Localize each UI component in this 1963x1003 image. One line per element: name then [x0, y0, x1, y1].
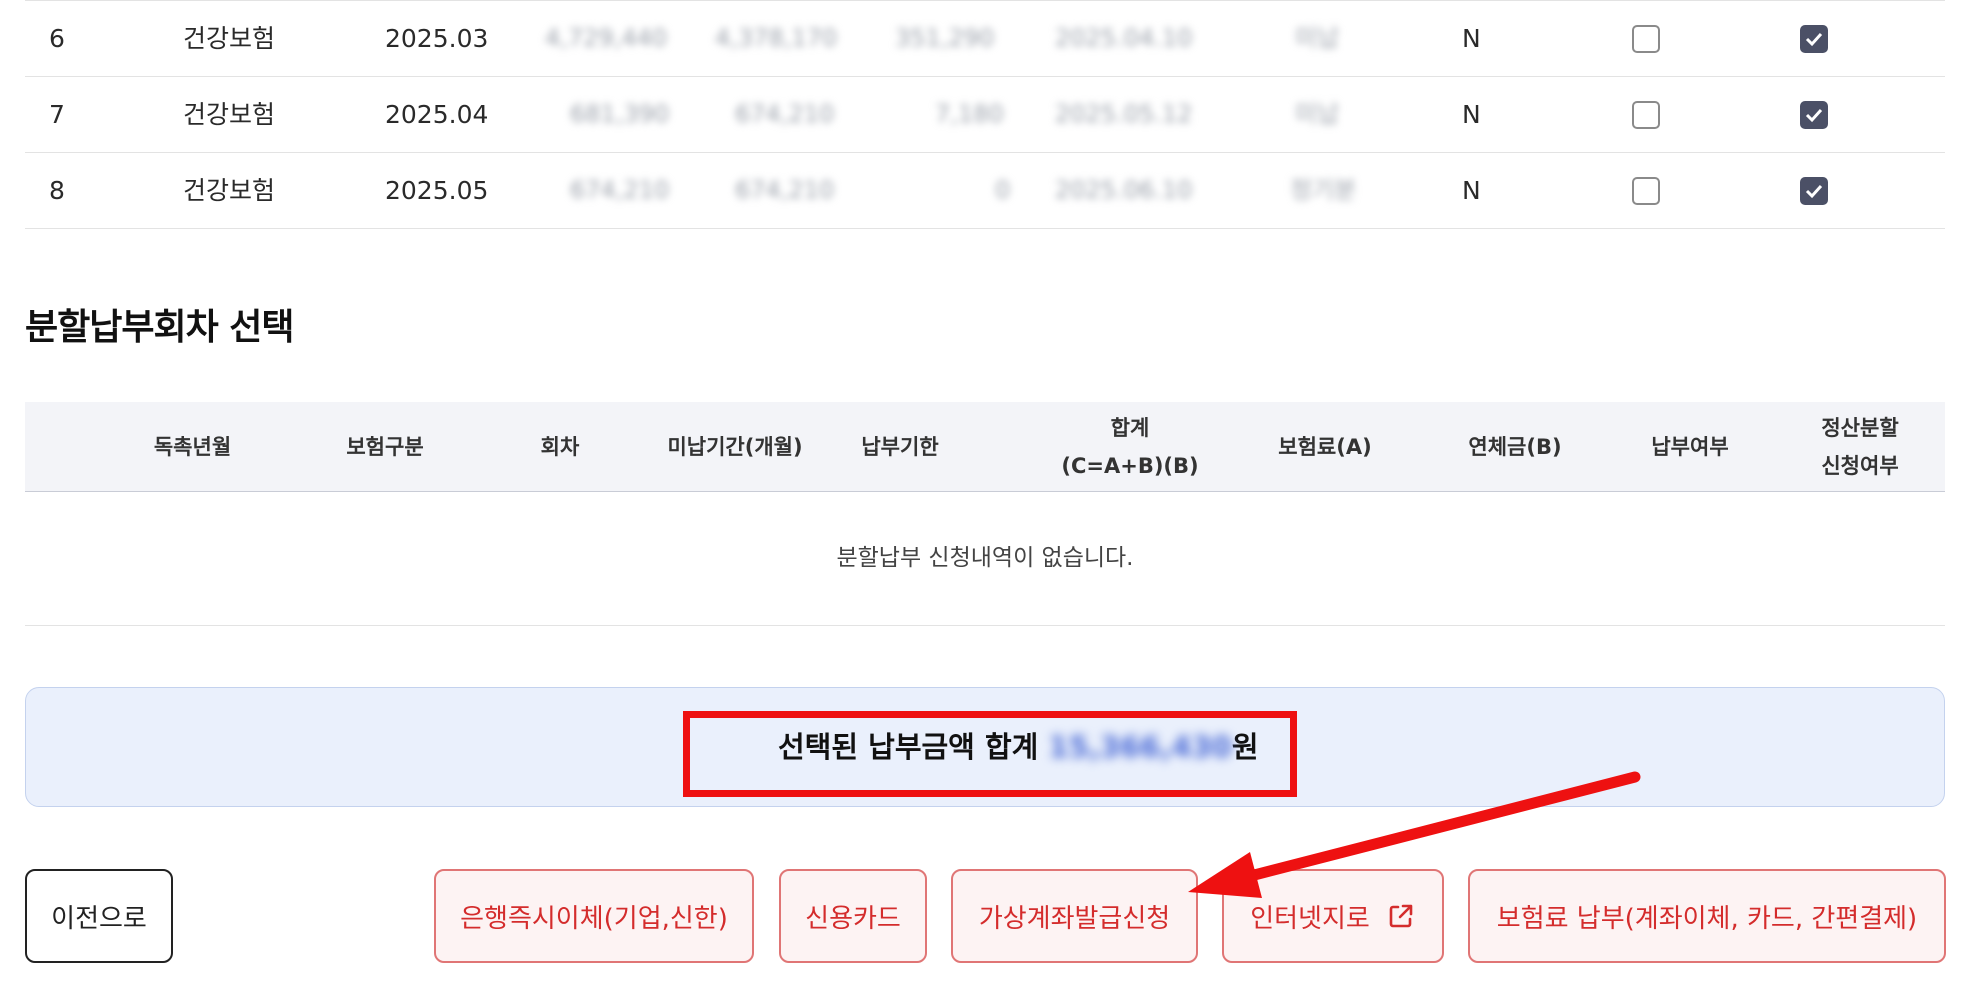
arrow-annotation-icon — [1188, 771, 1641, 898]
section-title: 분할납부회차 선택 — [25, 307, 294, 348]
empty-message: 분할납부 신청내역이 없습니다. — [25, 492, 1945, 626]
row-number: 8 — [49, 176, 65, 205]
year-month: 2025.05 — [385, 176, 489, 205]
blurred-amount: 674,210 — [570, 176, 670, 204]
row-checkbox-unchecked[interactable] — [1632, 101, 1660, 129]
col-header: 정산분할 신청여부 — [1821, 415, 1899, 478]
blurred-amount: 0 — [995, 176, 1011, 204]
virtual-account-button[interactable]: 가상계좌발급신청 — [951, 869, 1198, 963]
col-header: 합계 (C=A+B)(B) — [1061, 415, 1199, 478]
flag-value: N — [1462, 100, 1481, 129]
col-header: 독촉년월 — [153, 434, 232, 459]
check-icon — [1805, 184, 1823, 199]
payment-table: 6 건강보험 2025.03 4,729,440 4,378,170 351,2… — [25, 0, 1945, 229]
row-number: 7 — [49, 100, 65, 129]
blurred-amount: 4,378,170 — [715, 24, 838, 52]
col-header: 보험료(A) — [1278, 434, 1372, 459]
year-month: 2025.03 — [385, 24, 489, 53]
year-month: 2025.04 — [385, 100, 489, 129]
blurred-amount: 351,290 — [895, 24, 995, 52]
row-checkbox-checked[interactable] — [1800, 25, 1828, 53]
table-row: 8 건강보험 2025.05 674,210 674,210 0 2025.06… — [25, 153, 1945, 229]
col-header: 납부기한 — [861, 434, 939, 459]
row-checkbox-checked[interactable] — [1800, 177, 1828, 205]
row-checkbox-unchecked[interactable] — [1632, 177, 1660, 205]
insurance-type: 건강보험 — [183, 176, 276, 205]
installment-table-header: 독촉년월 보험구분 회차 미납기간(개월) 납부기한 합계 (C=A+B)(B)… — [25, 402, 1945, 492]
bank-transfer-button[interactable]: 은행즉시이체(기업,신한) — [434, 869, 754, 963]
blurred-amount: 674,210 — [735, 176, 835, 204]
table-row: 6 건강보험 2025.03 4,729,440 4,378,170 351,2… — [25, 0, 1945, 77]
check-icon — [1805, 108, 1823, 123]
flag-value: N — [1462, 24, 1481, 53]
blurred-amount: 674,210 — [735, 100, 835, 128]
internet-giro-label: 인터넷지로 — [1250, 903, 1370, 934]
blurred-date: 2025.04.10 — [1055, 24, 1193, 52]
blurred-amount: 7,180 — [935, 100, 1004, 128]
col-header: 연체금(B) — [1468, 434, 1562, 459]
check-icon — [1805, 32, 1823, 47]
col-header: 회차 — [540, 434, 580, 459]
blurred-amount: 4,729,440 — [545, 24, 668, 52]
row-checkbox-checked[interactable] — [1800, 101, 1828, 129]
blurred-status: 미납 — [1295, 100, 1340, 128]
blurred-status: 미납 — [1295, 24, 1340, 52]
row-checkbox-unchecked[interactable] — [1632, 25, 1660, 53]
blurred-date: 2025.05.12 — [1055, 100, 1193, 128]
blurred-date: 2025.06.10 — [1055, 176, 1193, 204]
external-link-icon — [1386, 901, 1416, 931]
col-header: 납부여부 — [1651, 434, 1729, 459]
back-button[interactable]: 이전으로 — [25, 869, 173, 963]
col-header: 보험구분 — [346, 434, 424, 459]
blurred-amount: 681,390 — [570, 100, 670, 128]
credit-card-button[interactable]: 신용카드 — [779, 869, 927, 963]
insurance-type: 건강보험 — [183, 24, 276, 53]
col-header: 미납기간(개월) — [667, 434, 803, 459]
table-row: 7 건강보험 2025.04 681,390 674,210 7,180 202… — [25, 77, 1945, 153]
row-number: 6 — [49, 24, 65, 53]
blurred-status: 정기분 — [1290, 176, 1357, 204]
insurance-type: 건강보험 — [183, 100, 276, 129]
flag-value: N — [1462, 176, 1481, 205]
